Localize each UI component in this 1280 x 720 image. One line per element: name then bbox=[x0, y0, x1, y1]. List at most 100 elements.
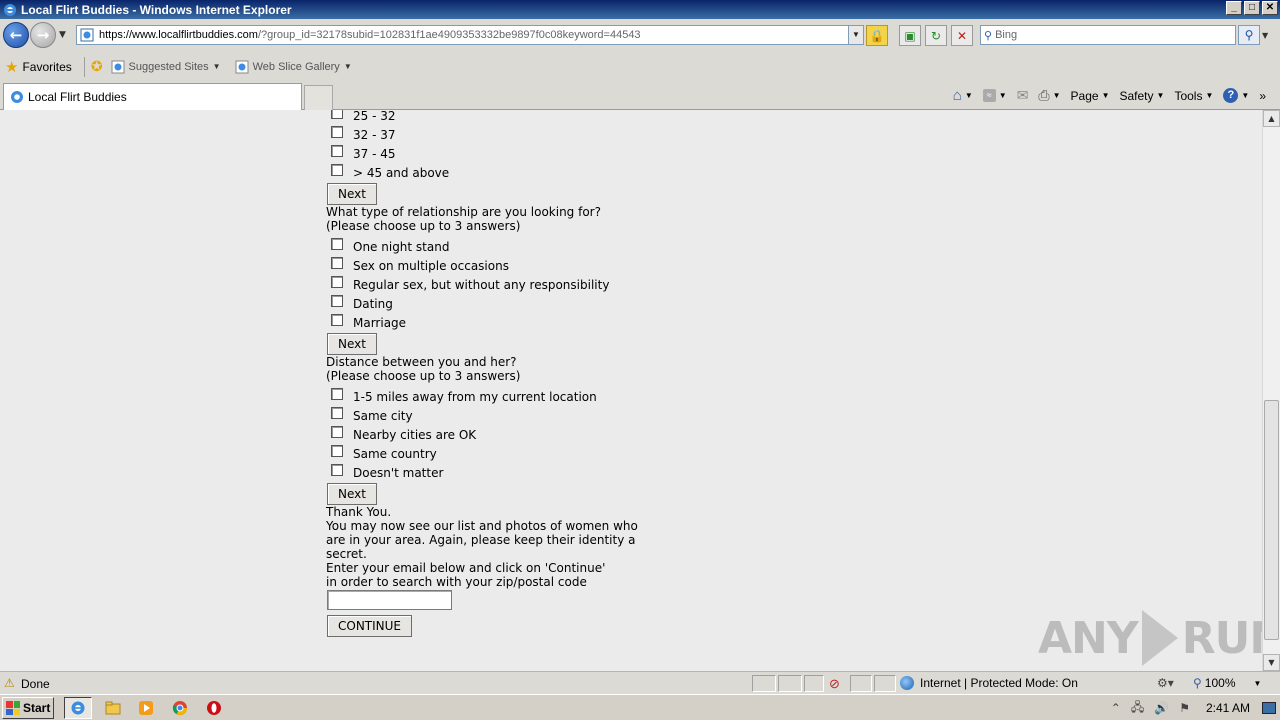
taskbar-media-player-button[interactable] bbox=[132, 697, 160, 719]
recent-pages-dropdown[interactable]: ▼ bbox=[59, 30, 66, 40]
tab-local-flirt-buddies[interactable]: Local Flirt Buddies bbox=[3, 83, 302, 110]
maximize-button[interactable]: □ bbox=[1244, 1, 1260, 15]
taskbar-chrome-button[interactable] bbox=[166, 697, 194, 719]
minimize-button[interactable]: _ bbox=[1226, 1, 1242, 15]
option-label: Doesn't matter bbox=[353, 465, 444, 480]
age-checkbox[interactable] bbox=[331, 144, 343, 157]
read-mail-button[interactable]: ✉ bbox=[1017, 87, 1029, 104]
search-options-dropdown[interactable]: ▼ bbox=[1262, 31, 1268, 40]
relationship-checkbox[interactable] bbox=[331, 313, 343, 326]
help-menu[interactable]: ? ▼ bbox=[1223, 88, 1249, 103]
network-icon[interactable]: 🖧 bbox=[1131, 698, 1144, 719]
action-center-flag-icon[interactable]: ⚑ bbox=[1179, 701, 1190, 715]
next-button[interactable]: Next bbox=[327, 333, 377, 355]
add-to-favorites-icon[interactable]: ✪ bbox=[91, 58, 103, 75]
next-button[interactable]: Next bbox=[327, 183, 377, 205]
distance-checkbox[interactable] bbox=[331, 444, 343, 457]
search-input[interactable]: ⚲ Bing bbox=[980, 25, 1236, 45]
more-commands-button[interactable]: » bbox=[1259, 89, 1270, 103]
clock[interactable]: 2:41 AM bbox=[1206, 701, 1250, 715]
chevron-down-icon: ▼ bbox=[1052, 91, 1061, 100]
option-label: 25 - 32 bbox=[353, 110, 396, 123]
relationship-checkbox[interactable] bbox=[331, 275, 343, 288]
address-dropdown-button[interactable]: ▼ bbox=[848, 26, 863, 44]
show-hidden-icons-icon[interactable]: ⌃ bbox=[1111, 701, 1121, 715]
taskbar-opera-button[interactable] bbox=[200, 697, 228, 719]
url-domain: https://www.localflirtbuddies.com bbox=[99, 29, 258, 41]
window-title: Local Flirt Buddies - Windows Internet E… bbox=[21, 2, 292, 17]
vertical-scrollbar[interactable]: ▲ ▼ bbox=[1262, 110, 1280, 671]
security-zone[interactable]: Internet | Protected Mode: On bbox=[900, 676, 1078, 690]
zoom-control[interactable]: ⚲ 100% ▼ bbox=[1193, 676, 1261, 690]
web-slice-gallery-label: Web Slice Gallery bbox=[252, 60, 340, 73]
zoom-icon: ⚲ bbox=[1193, 676, 1202, 690]
lock-icon[interactable]: 🔒 bbox=[866, 25, 888, 46]
distance-checkbox[interactable] bbox=[331, 463, 343, 476]
chevron-down-icon: ▼ bbox=[343, 62, 352, 71]
address-bar[interactable]: https://www.localflirtbuddies.com/?group… bbox=[76, 25, 864, 45]
feeds-button[interactable]: ≈ ▼ bbox=[982, 89, 1007, 102]
warning-icon: ⚠ bbox=[4, 676, 15, 690]
list-item: Nearby cities are OK bbox=[326, 425, 646, 444]
relationship-checkbox[interactable] bbox=[331, 237, 343, 250]
watermark-right-text: RUN bbox=[1181, 612, 1262, 664]
protected-mode-icon[interactable]: ⚙▾ bbox=[1157, 676, 1174, 690]
continue-button[interactable]: CONTINUE bbox=[327, 615, 413, 637]
suggested-sites-link[interactable]: Suggested Sites ▼ bbox=[111, 60, 221, 74]
web-slice-gallery-link[interactable]: Web Slice Gallery ▼ bbox=[235, 60, 352, 74]
home-button[interactable]: ⌂ ▼ bbox=[953, 87, 973, 104]
status-panel bbox=[804, 675, 824, 692]
volume-icon[interactable]: 🔊 bbox=[1154, 701, 1169, 715]
divider bbox=[83, 56, 85, 77]
taskbar-explorer-button[interactable] bbox=[99, 697, 127, 719]
favorites-button[interactable]: ★ Favorites bbox=[5, 58, 72, 76]
distance-checkbox[interactable] bbox=[331, 425, 343, 438]
safety-menu[interactable]: Safety ▼ bbox=[1120, 89, 1165, 103]
next-button[interactable]: Next bbox=[327, 483, 377, 505]
suggested-sites-label: Suggested Sites bbox=[128, 60, 209, 73]
title-bar: Local Flirt Buddies - Windows Internet E… bbox=[0, 0, 1280, 19]
relationship-checkbox[interactable] bbox=[331, 294, 343, 307]
show-desktop-icon[interactable] bbox=[1262, 702, 1276, 714]
email-field[interactable] bbox=[327, 590, 452, 610]
tools-menu[interactable]: Tools ▼ bbox=[1174, 89, 1213, 103]
scroll-down-arrow-icon[interactable]: ▼ bbox=[1263, 654, 1280, 671]
refresh-icon[interactable]: ↻ bbox=[925, 25, 947, 46]
page-menu[interactable]: Page ▼ bbox=[1071, 89, 1110, 103]
chevron-double-right-icon: » bbox=[1259, 88, 1266, 103]
list-item: 32 - 37 bbox=[326, 125, 646, 144]
close-button[interactable]: ✕ bbox=[1262, 1, 1278, 15]
search-button[interactable]: ⚲ bbox=[1238, 25, 1260, 45]
distance-checkbox[interactable] bbox=[331, 406, 343, 419]
stop-icon[interactable]: ✕ bbox=[951, 25, 973, 46]
search-placeholder: Bing bbox=[995, 29, 1018, 41]
distance-checkbox[interactable] bbox=[331, 387, 343, 400]
new-tab-button[interactable] bbox=[304, 85, 333, 110]
ie-logo-icon bbox=[4, 3, 16, 16]
list-item: Same city bbox=[326, 406, 646, 425]
age-checkbox[interactable] bbox=[331, 163, 343, 176]
chevron-down-icon: ▼ bbox=[998, 91, 1007, 100]
taskbar-ie-button[interactable] bbox=[64, 697, 92, 719]
email-instruction: in order to search with your zip/postal … bbox=[326, 575, 587, 589]
tab-label: Local Flirt Buddies bbox=[28, 90, 127, 104]
list-item: 25 - 32 bbox=[326, 110, 646, 125]
scroll-thumb[interactable] bbox=[1264, 400, 1279, 640]
status-text: Done bbox=[21, 677, 50, 691]
age-checkbox[interactable] bbox=[331, 125, 343, 138]
option-label: One night stand bbox=[353, 239, 450, 254]
page-menu-label: Page bbox=[1070, 88, 1099, 103]
compatibility-view-icon[interactable]: ▣ bbox=[899, 25, 921, 46]
print-button[interactable]: ⎙ ▼ bbox=[1038, 87, 1060, 104]
watermark-left-text: ANY bbox=[1038, 612, 1139, 664]
email-instruction: Enter your email below and click on 'Con… bbox=[326, 561, 606, 575]
anyrun-watermark: ANY RUN bbox=[1038, 610, 1262, 666]
ie-page-icon bbox=[11, 91, 23, 103]
forward-button[interactable]: → bbox=[30, 22, 56, 48]
back-button[interactable]: ← bbox=[3, 22, 29, 48]
scroll-up-arrow-icon[interactable]: ▲ bbox=[1263, 110, 1280, 127]
start-button[interactable]: Start bbox=[2, 697, 54, 719]
relationship-checkbox[interactable] bbox=[331, 256, 343, 269]
popup-blocker-icon[interactable]: ⊘ bbox=[829, 676, 840, 692]
age-checkbox[interactable] bbox=[331, 110, 343, 119]
